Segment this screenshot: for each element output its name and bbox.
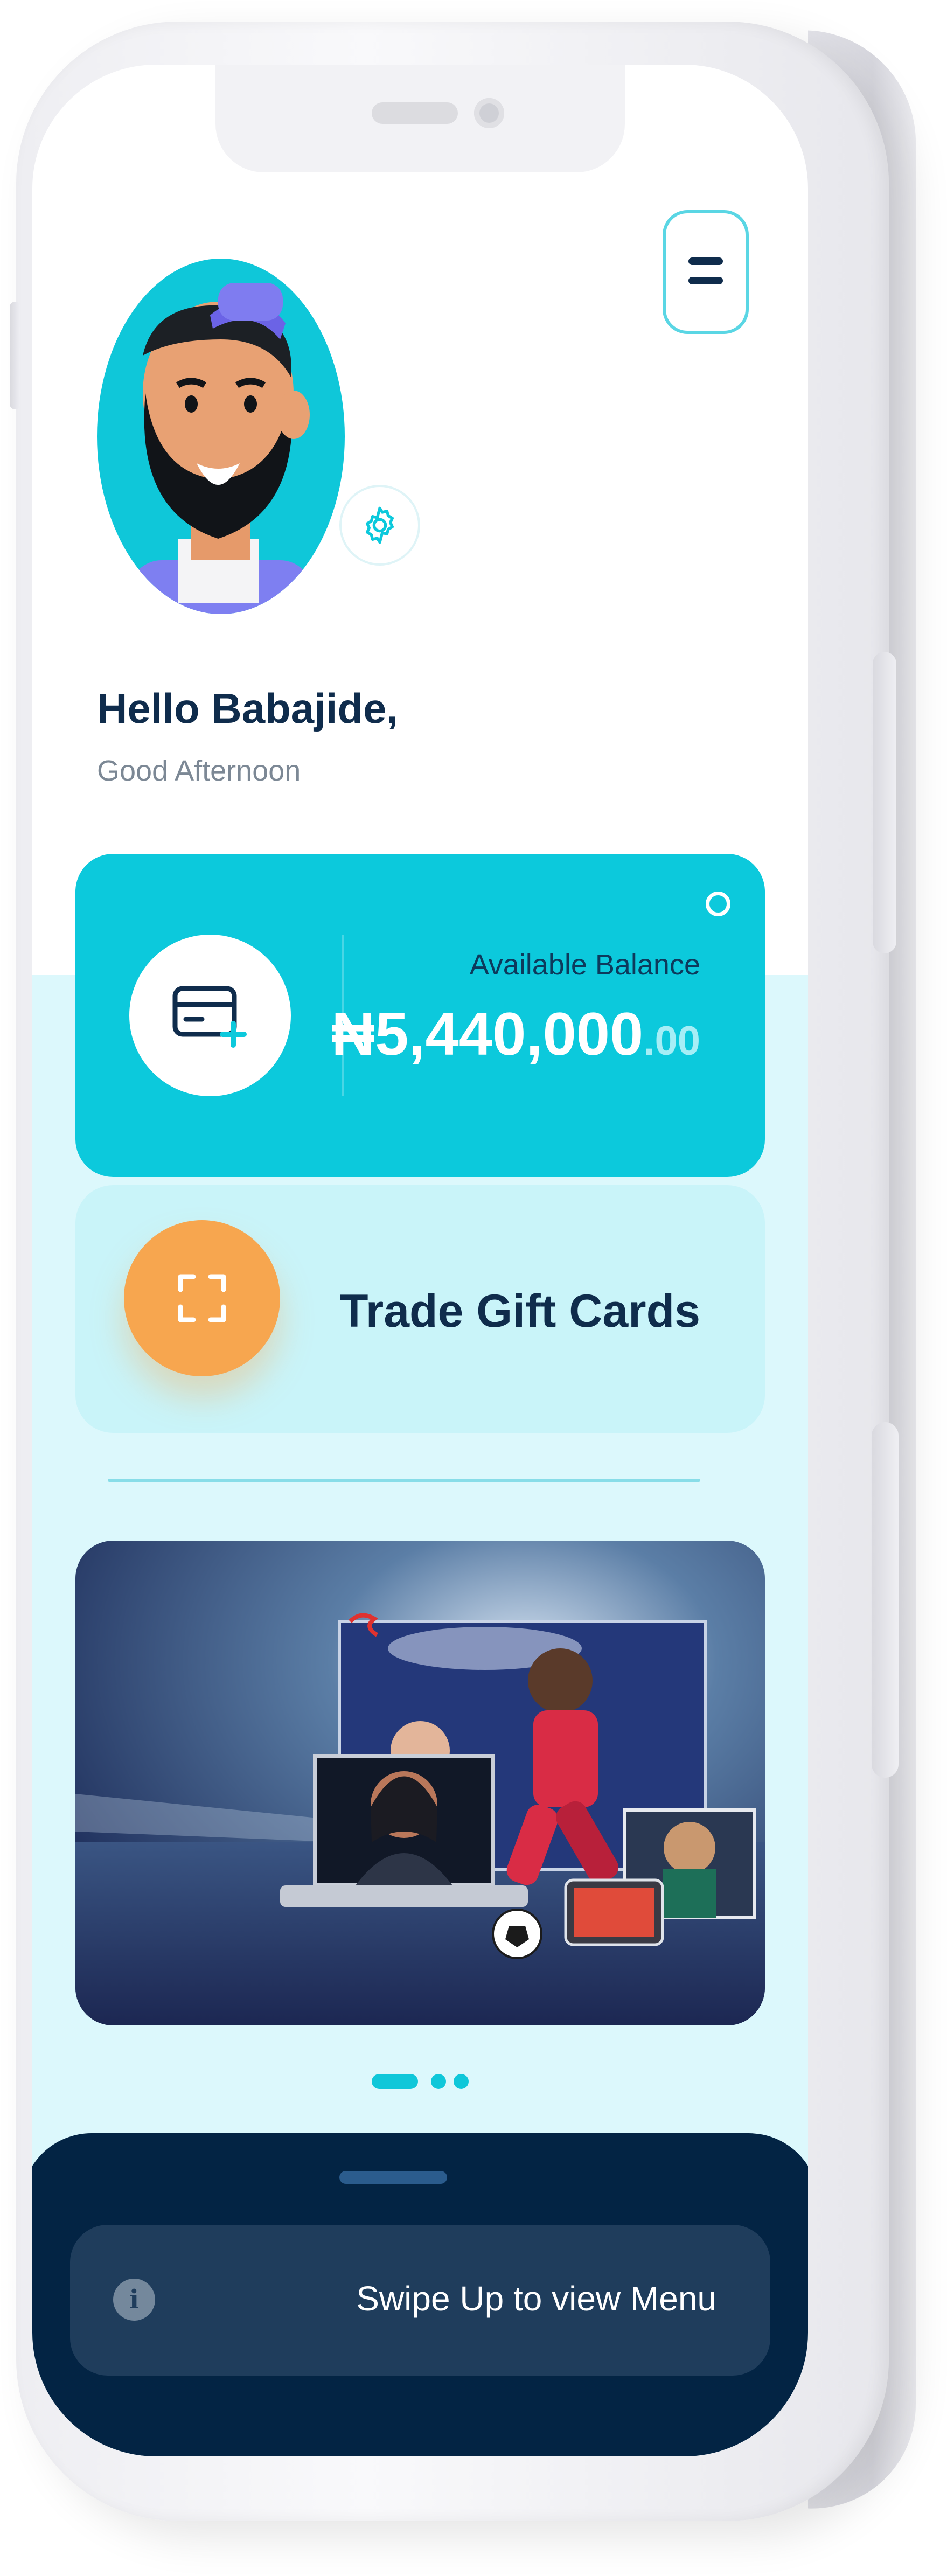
- menu-button[interactable]: [663, 210, 749, 334]
- scan-frame-icon: [178, 1274, 226, 1322]
- phone-side-button: [872, 1422, 899, 1778]
- speaker-grille: [372, 102, 458, 124]
- swipe-menu-label: Swipe Up to view Menu: [356, 2279, 716, 2318]
- greeting-title: Hello Babajide,: [97, 685, 399, 732]
- balance-decimals: .00: [643, 1018, 700, 1064]
- balance-card[interactable]: Available Balance ₦5,440,000.00: [75, 854, 765, 1177]
- wallet-add-icon: [172, 986, 247, 1048]
- phone-notch: [215, 65, 625, 172]
- balance-amount: ₦5,440,000.00: [331, 999, 700, 1069]
- front-camera: [474, 98, 504, 128]
- greeting-subtitle: Good Afternoon: [97, 755, 301, 787]
- trade-gift-cards-button[interactable]: Trade Gift Cards: [75, 1185, 765, 1433]
- sheet-drag-handle[interactable]: [339, 2171, 447, 2184]
- carousel-dot[interactable]: [431, 2074, 446, 2089]
- balance-label: Available Balance: [469, 949, 700, 981]
- gear-icon: [366, 506, 394, 544]
- tv-streaming-banner: [75, 1541, 765, 2025]
- app-screen: Hello Babajide, Good Afternoon Available…: [32, 65, 808, 2456]
- carousel-dot[interactable]: [454, 2074, 469, 2089]
- status-dot: [706, 892, 730, 916]
- scan-button[interactable]: [124, 1220, 280, 1376]
- avatar[interactable]: [97, 259, 345, 614]
- promo-banner[interactable]: [75, 1541, 765, 2025]
- bottom-sheet[interactable]: i Swipe Up to view Menu: [32, 2133, 808, 2456]
- info-icon: i: [113, 2279, 155, 2321]
- trade-gift-cards-label: Trade Gift Cards: [339, 1285, 700, 1337]
- add-money-button[interactable]: [129, 935, 291, 1096]
- balance-amount-value: ₦5,440,000: [331, 1000, 644, 1068]
- phone-left-button: [10, 302, 20, 409]
- swipe-menu-bar[interactable]: i Swipe Up to view Menu: [70, 2225, 770, 2376]
- phone-power-button: [873, 652, 896, 953]
- carousel-dot-active[interactable]: [372, 2074, 418, 2089]
- avatar-illustration: [129, 283, 312, 614]
- settings-button[interactable]: [339, 485, 420, 566]
- separator: [108, 1479, 700, 1482]
